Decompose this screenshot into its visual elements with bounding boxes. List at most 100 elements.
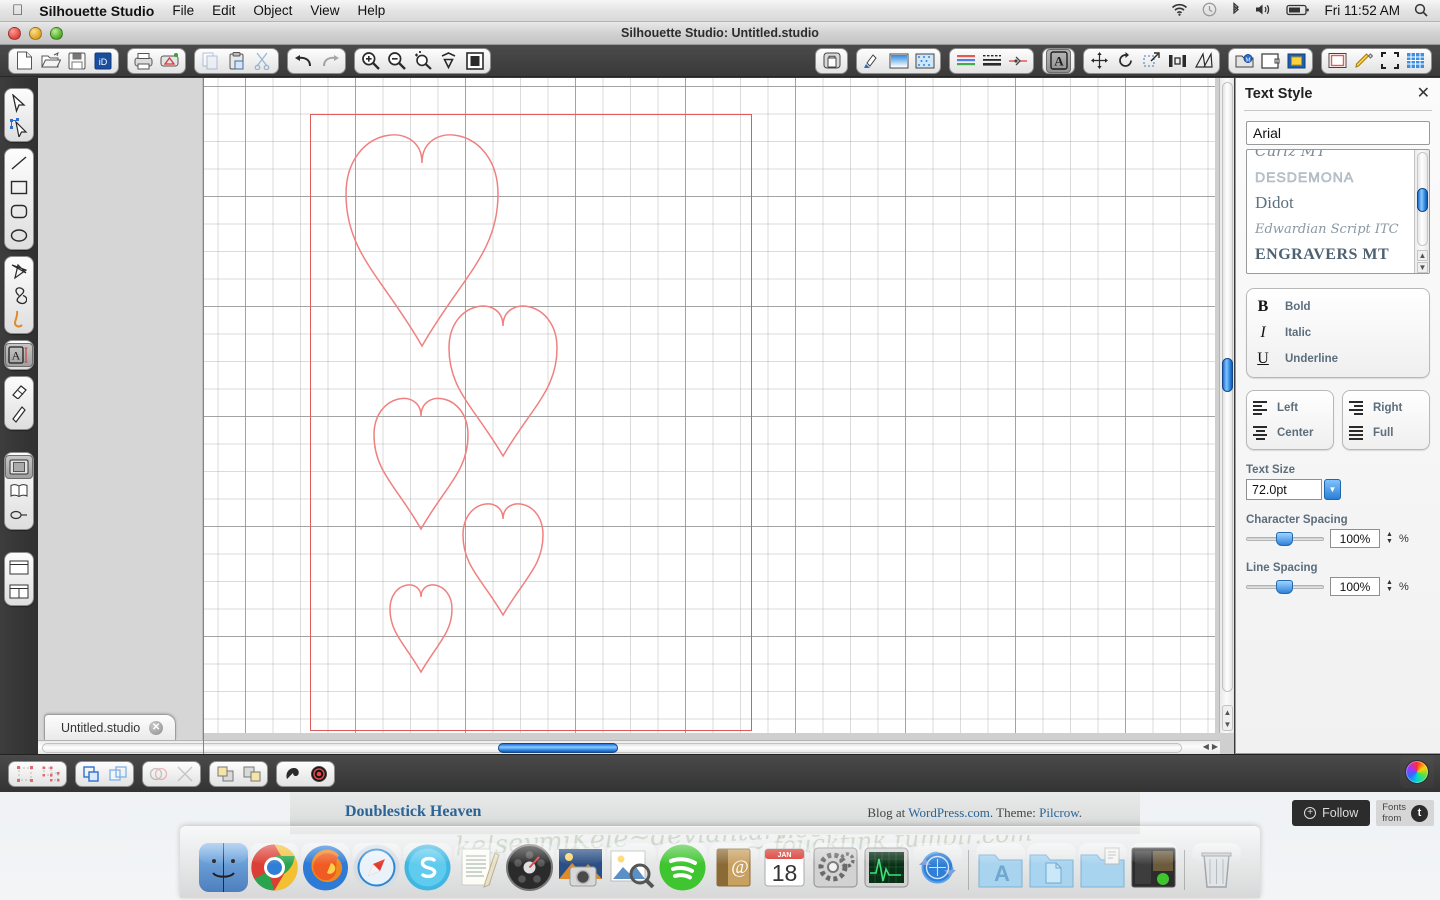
- apple-icon[interactable]: : [12, 3, 23, 18]
- edit-points-icon[interactable]: [5, 115, 33, 139]
- blog-site-title[interactable]: Doublestick Heaven: [345, 803, 481, 821]
- character-spacing-stepper[interactable]: ▲ ▼: [1386, 532, 1393, 545]
- paste-icon[interactable]: [224, 49, 249, 73]
- open-folder-icon[interactable]: [38, 49, 63, 73]
- vertical-scrollbar[interactable]: ▲ ▼: [1219, 78, 1234, 733]
- eraser-tool-icon[interactable]: [5, 379, 33, 403]
- horizontal-scroll-thumb[interactable]: [498, 743, 618, 753]
- cut-settings-icon[interactable]: [860, 49, 885, 73]
- align-center-row[interactable]: Center: [1253, 420, 1327, 445]
- sketch-preview-icon[interactable]: [1351, 49, 1376, 73]
- bold-row[interactable]: B Bold: [1255, 294, 1421, 320]
- dock-item-skype[interactable]: [403, 843, 452, 892]
- dock-item-notes[interactable]: [454, 843, 503, 892]
- weld-icon[interactable]: [146, 762, 171, 786]
- page-setup-icon[interactable]: [819, 49, 844, 73]
- dock-item-trash[interactable]: [1192, 843, 1241, 892]
- library-view-icon[interactable]: [5, 479, 33, 503]
- color-wheel-button[interactable]: [1400, 756, 1434, 788]
- stepper-down-icon[interactable]: ▼: [1386, 587, 1393, 593]
- italic-row[interactable]: I Italic: [1255, 320, 1421, 346]
- fonts-from-badge[interactable]: Fonts from t: [1376, 800, 1434, 826]
- dock-item-dashboard[interactable]: [505, 843, 554, 892]
- zoom-in-icon[interactable]: [358, 49, 383, 73]
- font-list-item-5[interactable]: Euphemia UCAS: [1247, 268, 1413, 274]
- align-left-row[interactable]: Left: [1253, 395, 1327, 420]
- menu-item-edit[interactable]: Edit: [212, 3, 235, 18]
- registration-marks-icon[interactable]: [1377, 49, 1402, 73]
- zoom-button[interactable]: [50, 27, 63, 40]
- fill-color-icon[interactable]: [886, 49, 911, 73]
- dock-item-downloads-folder[interactable]: [1078, 843, 1127, 892]
- follow-button[interactable]: + Follow: [1292, 800, 1370, 826]
- scroll-down-arrow-icon[interactable]: ▼: [1224, 720, 1232, 729]
- grid-icon[interactable]: [1403, 49, 1428, 73]
- theme-link[interactable]: Pilcrow: [1039, 805, 1079, 820]
- character-spacing-slider[interactable]: [1246, 532, 1324, 546]
- window-title-bar[interactable]: Silhouette Studio: Untitled.studio: [0, 22, 1440, 45]
- chevron-down-icon[interactable]: ▼: [1324, 479, 1341, 500]
- scroll-up-arrow-icon[interactable]: ▲: [1224, 708, 1232, 717]
- font-list-scrollbar[interactable]: ▲ ▼: [1414, 150, 1429, 273]
- line-spacing-knob[interactable]: [1276, 580, 1293, 594]
- zoom-selection-icon[interactable]: [410, 49, 435, 73]
- dock-item-spotify[interactable]: [658, 843, 707, 892]
- time-machine-icon[interactable]: [1202, 2, 1217, 19]
- text-tool-icon[interactable]: A: [5, 343, 33, 367]
- menu-item-view[interactable]: View: [310, 3, 339, 18]
- scroll-right-arrow-icon[interactable]: ▶: [1212, 742, 1218, 751]
- zoom-out-icon[interactable]: [384, 49, 409, 73]
- sketch-pen-icon[interactable]: [1005, 49, 1030, 73]
- volume-icon[interactable]: [1255, 3, 1272, 18]
- send-to-back-icon[interactable]: [239, 762, 264, 786]
- split-pane-icon[interactable]: [5, 579, 33, 603]
- offset-icon[interactable]: [280, 762, 305, 786]
- curve-tool-icon[interactable]: [5, 283, 33, 307]
- printer-icon[interactable]: [131, 49, 156, 73]
- horizontal-scroll-arrows[interactable]: ◀ ▶: [1203, 742, 1218, 751]
- close-icon[interactable]: ✕: [149, 721, 163, 735]
- font-list-item-4[interactable]: ENGRAVERS MT: [1247, 242, 1413, 268]
- freehand-tool-icon[interactable]: [5, 307, 33, 331]
- dock-item-activitymonitor[interactable]: [862, 843, 911, 892]
- character-spacing-input[interactable]: 100%: [1330, 529, 1380, 548]
- underline-row[interactable]: U Underline: [1255, 346, 1421, 372]
- release-compound-path-icon[interactable]: [105, 762, 130, 786]
- dock-item-applications-folder[interactable]: A: [976, 843, 1025, 892]
- page-view-icon[interactable]: [5, 455, 33, 479]
- dock-item-systemprefs[interactable]: [811, 843, 860, 892]
- menu-clock[interactable]: Fri 11:52 AM: [1324, 3, 1400, 18]
- font-scroll-thumb[interactable]: [1417, 188, 1428, 212]
- group-icon[interactable]: [12, 762, 37, 786]
- wifi-icon[interactable]: [1171, 3, 1188, 18]
- bring-to-front-icon[interactable]: [213, 762, 238, 786]
- line-spacing-stepper[interactable]: ▲ ▼: [1386, 580, 1393, 593]
- pan-icon[interactable]: [436, 49, 461, 73]
- dock-item-iphoto[interactable]: [556, 843, 605, 892]
- rotate-icon[interactable]: [1113, 49, 1138, 73]
- scale-icon[interactable]: [1139, 49, 1164, 73]
- copy-icon[interactable]: [198, 49, 223, 73]
- rounded-rectangle-tool-icon[interactable]: [5, 199, 33, 223]
- scissors-icon[interactable]: [250, 49, 275, 73]
- dock-item-firefox[interactable]: [301, 843, 350, 892]
- dock-item-preview[interactable]: [607, 843, 656, 892]
- line-spacing-input[interactable]: 100%: [1330, 577, 1380, 596]
- bluetooth-icon[interactable]: [1231, 2, 1241, 19]
- new-document-icon[interactable]: [12, 49, 37, 73]
- menu-item-help[interactable]: Help: [357, 3, 385, 18]
- document-tab[interactable]: Untitled.studio ✕: [44, 714, 176, 740]
- wordpress-link[interactable]: WordPress.com: [908, 805, 990, 820]
- stepper-down-icon[interactable]: ▼: [1386, 539, 1393, 545]
- send-to-cutter-icon[interactable]: [157, 49, 182, 73]
- knife-tool-icon[interactable]: [5, 403, 33, 427]
- horizontal-scrollbar[interactable]: ◀ ▶: [38, 740, 1220, 754]
- ellipse-tool-icon[interactable]: [5, 223, 33, 247]
- undo-arrow-icon[interactable]: [291, 49, 316, 73]
- line-style-icon[interactable]: [979, 49, 1004, 73]
- close-icon[interactable]: ✕: [1417, 86, 1430, 102]
- replicate-icon[interactable]: [1191, 49, 1216, 73]
- make-compound-path-icon[interactable]: [79, 762, 104, 786]
- search-icon[interactable]: [1414, 3, 1428, 19]
- ungroup-icon[interactable]: [38, 762, 63, 786]
